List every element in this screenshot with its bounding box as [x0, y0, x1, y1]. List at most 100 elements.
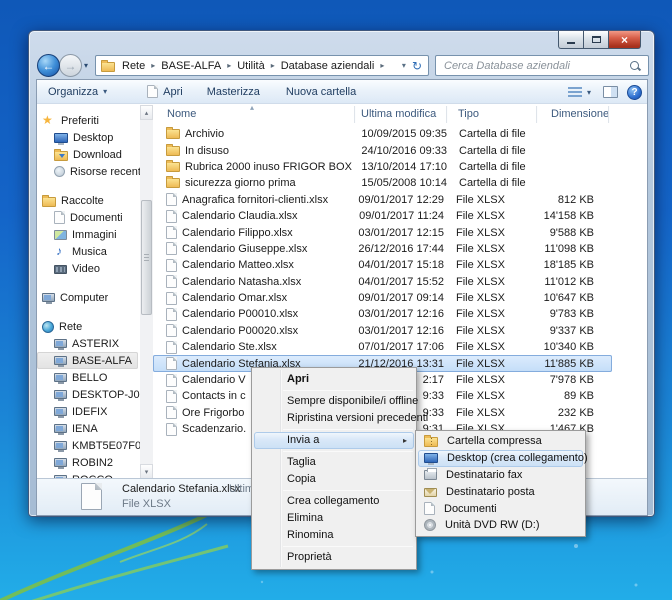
search-input[interactable]: [442, 59, 629, 73]
network-pc-icon: [54, 373, 67, 382]
sidebar-item-video[interactable]: Video: [37, 260, 140, 277]
file-row-sicurezza-giorno-prima[interactable]: sicurezza giorno prima15/05/2008 10:14Ca…: [153, 175, 647, 191]
sidebar-item-risorse-recenti[interactable]: Risorse recenti: [37, 163, 140, 180]
organize-button[interactable]: Organizza ▾: [40, 82, 115, 102]
sidebar-item-immagini[interactable]: Immagini: [37, 226, 140, 243]
scrollbar-thumb[interactable]: [141, 200, 152, 315]
history-dropdown-button[interactable]: ▾: [84, 61, 88, 70]
context-menu-item-propriet[interactable]: Proprietà: [254, 549, 414, 566]
refresh-button[interactable]: ↻: [410, 59, 428, 73]
breadcrumb-item-utilit[interactable]: Utilità: [235, 59, 267, 73]
file-row-calendario-filippo-xlsx[interactable]: Calendario Filippo.xlsx03/01/2017 12:15F…: [153, 224, 647, 240]
sidebar-item-download[interactable]: Download: [37, 146, 140, 163]
sidebar-group-raccolte-header[interactable]: Raccolte: [37, 192, 140, 209]
sidebar-item-desktop[interactable]: Desktop: [37, 129, 140, 146]
file-row-calendario-p00020-xlsx[interactable]: Calendario P00020.xlsx03/01/2017 12:16Fi…: [153, 323, 647, 339]
send-to-item-cartella-compressa[interactable]: Cartella compressa: [418, 433, 583, 450]
context-menu-item-elimina[interactable]: Elimina: [254, 510, 414, 527]
file-row-calendario-omar-xlsx[interactable]: Calendario Omar.xlsx09/01/2017 09:14File…: [153, 290, 647, 306]
sidebar-item-bello[interactable]: BELLO: [37, 369, 140, 386]
file-row-calendario-claudia-xlsx[interactable]: Calendario Claudia.xlsx09/01/2017 11:24F…: [153, 208, 647, 224]
context-menu-item-taglia[interactable]: Taglia: [254, 454, 414, 471]
network-pc-icon: [54, 356, 67, 365]
context-menu-item-sempre-disponibile-i-offline[interactable]: Sempre disponibile/i offline: [254, 393, 414, 410]
address-bar[interactable]: Rete▸BASE-ALFA▸Utilità▸Database aziendal…: [95, 55, 429, 76]
file-row-in-disuso[interactable]: In disuso24/10/2016 09:33Cartella di fil…: [153, 142, 647, 158]
folder-icon: [166, 178, 180, 188]
forward-button[interactable]: →: [59, 54, 82, 77]
burn-button[interactable]: Masterizza: [199, 82, 268, 102]
minimize-button[interactable]: [558, 31, 584, 49]
views-button[interactable]: ▾: [564, 82, 595, 102]
context-menu-item-apri[interactable]: Apri: [254, 371, 414, 388]
file-modified-date: 09/01/2017 11:24: [352, 210, 444, 222]
maximize-button[interactable]: [583, 31, 609, 49]
address-dropdown-button[interactable]: ▾: [398, 61, 410, 70]
mail-icon: [424, 488, 437, 497]
sidebar-item-desktop-j0ba[interactable]: DESKTOP-J0BA: [37, 386, 140, 403]
sidebar-item-musica[interactable]: Musica: [37, 243, 140, 260]
sidebar-item-documenti[interactable]: Documenti: [37, 209, 140, 226]
breadcrumb-item-base-alfa[interactable]: BASE-ALFA: [159, 59, 223, 73]
new-folder-label: Nuova cartella: [286, 86, 356, 98]
file-row-archivio[interactable]: Archivio10/09/2015 09:35Cartella di file: [153, 126, 647, 142]
file-row-calendario-matteo-xlsx[interactable]: Calendario Matteo.xlsx04/01/2017 15:18Fi…: [153, 257, 647, 273]
file-row-calendario-p00010-xlsx[interactable]: Calendario P00010.xlsx03/01/2017 12:16Fi…: [153, 306, 647, 322]
scroll-up-button[interactable]: ▴: [140, 105, 153, 120]
context-menu-item-crea-collegamento[interactable]: Crea collegamento: [254, 493, 414, 510]
send-to-item-destinatario-fax[interactable]: Destinatario fax: [418, 467, 583, 484]
close-button[interactable]: ×: [608, 31, 641, 49]
column-header-ultima-modifica[interactable]: Ultima modifica: [354, 105, 446, 124]
send-to-item-documenti[interactable]: Documenti: [418, 500, 583, 517]
file-type: File XLSX: [444, 325, 522, 337]
file-icon: [166, 324, 177, 337]
toolbar-right-group: ▾ ?: [564, 82, 642, 102]
open-button[interactable]: Apri: [139, 82, 191, 102]
file-row-calendario-ste-xlsx[interactable]: Calendario Ste.xlsx07/01/2017 17:06File …: [153, 339, 647, 355]
help-button[interactable]: ?: [627, 85, 642, 100]
send-to-item-unit-dvd-rw-d[interactable]: Unità DVD RW (D:): [418, 517, 583, 534]
sidebar-item-base-alfa[interactable]: BASE-ALFA: [37, 352, 138, 369]
sidebar-group-rete-header[interactable]: Rete: [37, 318, 140, 335]
file-row-rubrica-2000-inuso-frigor-box[interactable]: Rubrica 2000 inuso FRIGOR BOX13/10/2014 …: [153, 159, 647, 175]
context-menu-item-copia[interactable]: Copia: [254, 471, 414, 488]
sidebar-item-label: DESKTOP-J0BA: [72, 389, 140, 401]
sidebar-item-iena[interactable]: IENA: [37, 420, 140, 437]
organize-label: Organizza: [48, 86, 98, 98]
scroll-down-button[interactable]: ▾: [140, 464, 153, 479]
file-row-calendario-natasha-xlsx[interactable]: Calendario Natasha.xlsx04/01/2017 15:52F…: [153, 274, 647, 290]
sidebar-item-idefix[interactable]: IDEFIX: [37, 403, 140, 420]
selected-file-icon: [81, 483, 102, 510]
breadcrumb-item-rete[interactable]: Rete: [120, 59, 147, 73]
file-modified-date: 15/05/2008 10:14: [355, 177, 447, 189]
file-row-anagrafica-fornitori-clienti-xlsx[interactable]: Anagrafica fornitori-clienti.xlsx09/01/2…: [153, 192, 647, 208]
context-menu-item-rinomina[interactable]: Rinomina: [254, 527, 414, 544]
sidebar-item-asterix[interactable]: ASTERIX: [37, 335, 140, 352]
sidebar-group-preferiti-header[interactable]: Preferiti: [37, 112, 140, 129]
context-menu-item-invia-a[interactable]: Invia a▸: [254, 432, 414, 449]
sidebar-group-raccolte: RaccolteDocumentiImmaginiMusicaVideo: [37, 192, 140, 277]
preview-pane-button[interactable]: [603, 86, 618, 98]
sidebar-item-kmbt5e07f0[interactable]: KMBT5E07F0: [37, 437, 140, 454]
file-type: Cartella di file: [447, 145, 525, 157]
send-to-item-desktop-crea-collegamento[interactable]: Desktop (crea collegamento): [418, 450, 583, 467]
sidebar-scrollbar[interactable]: ▴ ▾: [140, 105, 153, 479]
search-icon[interactable]: [629, 60, 641, 72]
file-type: File XLSX: [444, 374, 522, 386]
folder-icon: [166, 146, 180, 156]
send-to-item-destinatario-posta[interactable]: Destinatario posta: [418, 483, 583, 500]
column-header-dimensione[interactable]: Dimensione: [536, 105, 612, 124]
breadcrumb-item-database-aziendali[interactable]: Database aziendali: [279, 59, 377, 73]
context-menu-item-ripristina-versioni-precedenti[interactable]: Ripristina versioni precedenti: [254, 410, 414, 427]
sidebar-item-robin2[interactable]: ROBIN2: [37, 454, 140, 471]
search-box: [435, 55, 649, 76]
file-type: File XLSX: [444, 276, 522, 288]
new-folder-button[interactable]: Nuova cartella: [278, 82, 364, 102]
organize-dropdown-icon: ▾: [103, 87, 107, 96]
sidebar-group-label: Preferiti: [61, 115, 99, 127]
back-button[interactable]: ←: [37, 54, 60, 77]
file-row-calendario-giuseppe-xlsx[interactable]: Calendario Giuseppe.xlsx26/12/2016 17:44…: [153, 241, 647, 257]
sidebar-group-computer-header[interactable]: Computer: [37, 289, 140, 306]
submenu-arrow-icon: ▸: [403, 432, 407, 449]
column-header-tipo[interactable]: Tipo: [446, 105, 536, 124]
